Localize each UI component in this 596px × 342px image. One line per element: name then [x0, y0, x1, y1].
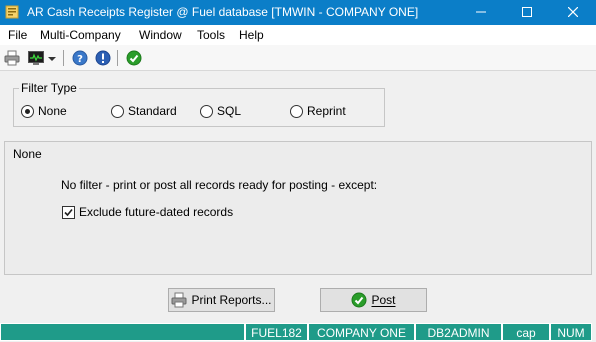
monitor-icon[interactable] — [28, 50, 44, 66]
exclude-future-dated-box[interactable] — [62, 205, 75, 219]
close-icon — [567, 6, 579, 18]
panel-title: None — [13, 147, 42, 161]
dropdown-arrow-icon[interactable] — [47, 50, 57, 66]
radio-sql-label: SQL — [217, 104, 242, 118]
exclude-future-dated-label: Exclude future-dated records — [79, 205, 234, 219]
maximize-button[interactable] — [504, 0, 550, 25]
radio-reprint-label: Reprint — [307, 104, 346, 118]
title-bar: AR Cash Receipts Register @ Fuel databas… — [0, 0, 596, 25]
print-reports-label: Print Reports... — [191, 293, 272, 307]
close-button[interactable] — [550, 0, 596, 25]
status-user: DB2ADMIN — [415, 323, 502, 341]
status-bar: FUEL182 COMPANY ONE DB2ADMIN cap NUM — [0, 321, 596, 342]
panel-message: No filter - print or post all records re… — [61, 178, 378, 192]
menu-help[interactable]: Help — [239, 28, 264, 42]
radio-sql[interactable]: SQL — [200, 104, 241, 118]
filter-type-legend: Filter Type — [19, 81, 79, 95]
svg-text:?: ? — [77, 54, 83, 65]
status-company: COMPANY ONE — [308, 323, 415, 341]
menu-tools[interactable]: Tools — [197, 28, 225, 42]
radio-standard-indicator[interactable] — [111, 104, 124, 118]
print-reports-button[interactable]: Print Reports... — [168, 288, 275, 312]
radio-none-label: None — [38, 104, 67, 118]
checkmark-icon — [351, 292, 367, 308]
maximize-icon — [522, 7, 532, 17]
menu-window[interactable]: Window — [139, 28, 182, 42]
menu-file[interactable]: File — [8, 28, 27, 42]
radio-sql-indicator[interactable] — [200, 104, 213, 118]
status-caps: cap — [502, 323, 550, 341]
status-num: NUM — [550, 323, 592, 341]
menu-bar: File Multi-Company Window Tools Help — [0, 25, 596, 45]
status-database: FUEL182 — [245, 323, 308, 341]
help-icon[interactable]: ? — [72, 50, 88, 66]
status-cell-blank — [0, 323, 245, 341]
radio-none[interactable]: None — [21, 104, 67, 118]
radio-reprint-indicator[interactable] — [290, 104, 303, 118]
exclude-future-dated-checkbox[interactable]: Exclude future-dated records — [62, 205, 233, 219]
radio-none-indicator[interactable] — [21, 104, 34, 118]
radio-reprint[interactable]: Reprint — [290, 104, 346, 118]
toolbar: ? — [0, 45, 596, 71]
radio-standard-label: Standard — [128, 104, 177, 118]
toolbar-separator — [63, 50, 64, 66]
minimize-button[interactable] — [458, 0, 504, 25]
post-button[interactable]: Post — [320, 288, 427, 312]
printer-icon[interactable] — [4, 50, 20, 66]
checkmark-icon[interactable] — [126, 50, 142, 66]
window-title: AR Cash Receipts Register @ Fuel databas… — [27, 5, 419, 19]
app-icon — [5, 5, 19, 19]
printer-icon — [171, 292, 187, 308]
info-icon[interactable] — [95, 50, 111, 66]
check-icon — [64, 208, 73, 216]
filter-panel: None No filter - print or post all recor… — [4, 141, 592, 275]
menu-multi-company[interactable]: Multi-Company — [40, 28, 121, 42]
toolbar-separator — [117, 50, 118, 66]
minimize-icon — [476, 11, 486, 13]
post-label: Post — [371, 293, 396, 307]
radio-standard[interactable]: Standard — [111, 104, 177, 118]
